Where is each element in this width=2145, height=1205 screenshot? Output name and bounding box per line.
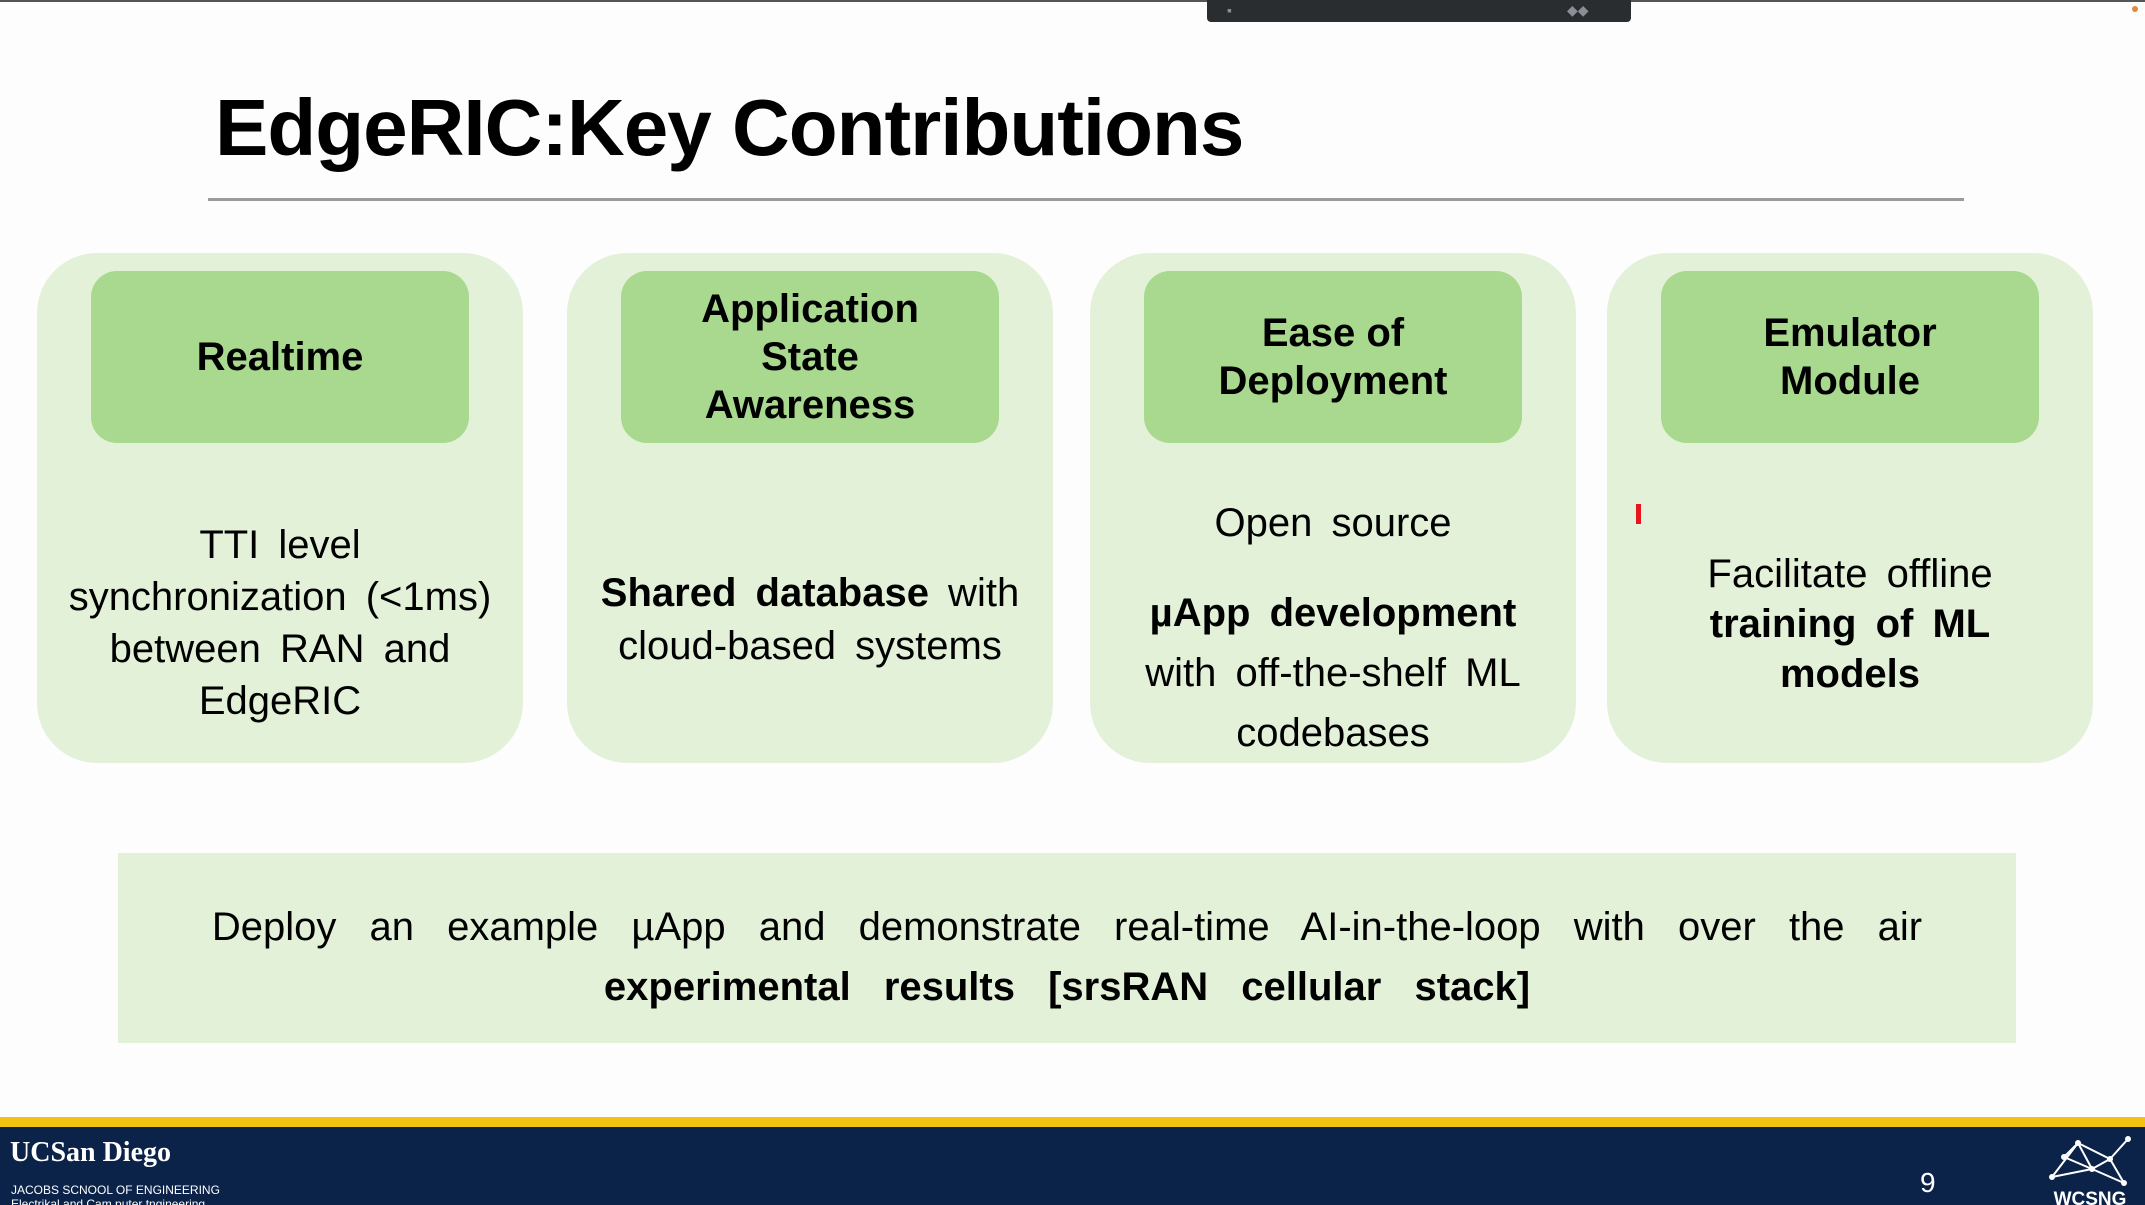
card-header: Ease of Deployment (1144, 271, 1522, 443)
page-number: 9 (1920, 1167, 1936, 1198)
top-border-line (0, 0, 2145, 2)
card-body-line: with off-the-shelf ML (1145, 651, 1521, 695)
ucsd-logo: UCSan Diego (10, 1137, 172, 1168)
card-body-line: TTI level (199, 523, 361, 567)
network-graph-icon (2049, 1136, 2131, 1186)
card-header-label: Module (1780, 359, 1920, 403)
card-body-text: with (928, 571, 1020, 615)
toolbar-icon[interactable]: ▪ (1227, 2, 1232, 18)
wcsng-logo: WCSNG (2040, 1129, 2140, 1205)
card-body-line: EdgeRIC (198, 679, 362, 723)
card-body: Shared database with cloud-based systems (587, 567, 1033, 673)
summary-banner: Deploy an example µApp and demonstrate r… (118, 853, 2016, 1043)
card-body: Facilitate offline training of ML models (1627, 549, 2073, 699)
school-name: JACOBS SCNOOL OF ENGINEERING Electrikal … (11, 1183, 220, 1205)
title-divider (208, 198, 1964, 201)
card-body-bold: models (1779, 652, 1921, 696)
card-body-line: models (1627, 649, 2073, 699)
card-header-label: Awareness (704, 383, 916, 427)
card-body-line: synchronization (<1ms) (68, 575, 492, 619)
summary-bold: experimental results [srsRAN cellular st… (603, 965, 1531, 1009)
card-body: TTI level synchronization (<1ms) between… (57, 519, 503, 727)
card-emulator-module: Emulator Module Facilitate offline train… (1607, 253, 2093, 763)
wcsng-label: WCSNG (2053, 1189, 2127, 1205)
card-body-line: Facilitate offline (1707, 552, 1993, 596)
card-body-line: Open source (1214, 501, 1452, 545)
card-ease-of-deployment: Ease of Deployment Open source µApp deve… (1090, 253, 1576, 763)
card-header-label: State (761, 335, 859, 379)
summary-line: Deploy an example µApp and demonstrate r… (211, 905, 1923, 949)
card-body-line: between RAN and (109, 627, 451, 671)
card-header: Realtime (91, 271, 469, 443)
slide-title: EdgeRIC:Key Contributions (215, 83, 1244, 172)
card-body-bold: Shared database (600, 571, 929, 615)
screen-share-toolbar[interactable]: ▪ ◆◆ (1207, 0, 1631, 22)
card-body-line: codebases (1236, 711, 1430, 755)
school-name-line: JACOBS SCNOOL OF ENGINEERING (11, 1183, 220, 1197)
card-body-line: cloud-based systems (618, 624, 1002, 668)
card-header-label: Realtime (196, 335, 364, 379)
card-header-label: Emulator (1763, 311, 1937, 355)
card-realtime: Realtime TTI level synchronization (<1ms… (37, 253, 523, 763)
card-body-line: µApp development (1110, 583, 1556, 643)
cursor-marker (1636, 504, 1641, 524)
card-body-line: Shared database with (587, 567, 1033, 620)
card-header-label: Ease of (1261, 311, 1405, 355)
department-name-line: Electrikal and Cam puter tngineering (11, 1197, 206, 1205)
summary-line: experimental results [srsRAN cellular st… (118, 957, 2016, 1017)
card-header: Application State Awareness (621, 271, 999, 443)
card-body-bold: µApp development (1149, 591, 1517, 635)
card-body-bold: training of ML (1709, 602, 1991, 646)
card-body-line: training of ML (1627, 599, 2073, 649)
card-application-state: Application State Awareness Shared datab… (567, 253, 1053, 763)
card-header-label: Application (701, 287, 919, 331)
toolbar-control-icon[interactable]: ◆◆ (1567, 2, 1589, 19)
card-header: Emulator Module (1661, 271, 2039, 443)
slide-footer: UCSan Diego JACOBS SCNOOL OF ENGINEERING… (0, 1117, 2145, 1205)
card-body: Open source µApp development with off-th… (1110, 493, 1556, 763)
card-header-label: Deployment (1218, 359, 1448, 403)
status-dot (2132, 6, 2138, 12)
